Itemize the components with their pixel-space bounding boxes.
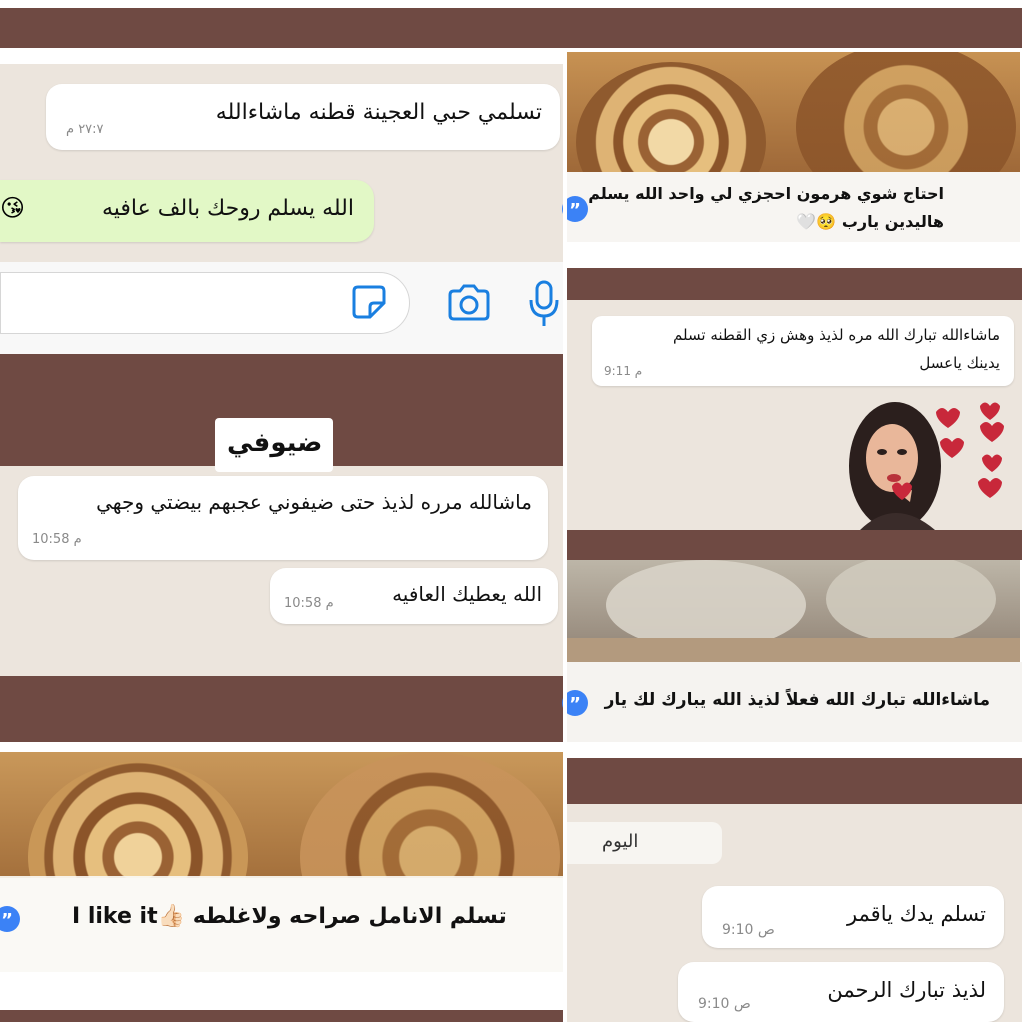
caption-text-row: I like it👍🏻 تسلم الانامل صراحه ولاغلطه: [72, 904, 507, 929]
caption-line-1: احتاج شوي هرمون احجزي لي واحد الله يسلم: [588, 184, 944, 203]
photo-caption-panel: [566, 172, 1020, 242]
message-time: 10:58 م: [284, 596, 334, 611]
message-time: 9:11 م: [604, 364, 643, 378]
divider-bar: [566, 268, 1022, 300]
caption-line-2: هاليدين يارب: [841, 212, 944, 231]
divider-bar: [566, 530, 1022, 560]
blurred-photo: [566, 560, 1020, 662]
message-time: 9:10 ص: [722, 922, 775, 938]
cinnamon-roll-photo: [0, 752, 566, 878]
message-bubble: تسلم يدك ياقمر 9:10 ص: [702, 886, 1004, 948]
caption-suffix: I like it: [72, 904, 158, 929]
caption-text: تسلم الانامل صراحه ولاغلطه: [192, 904, 507, 929]
camera-icon[interactable]: [446, 283, 492, 323]
sticker-icon[interactable]: [350, 283, 388, 321]
guest-label-text: ضيوفي: [227, 428, 323, 458]
day-label-text: اليوم: [602, 831, 639, 852]
message-input[interactable]: [0, 272, 410, 334]
message-text: الله يسلم روحك بالف عافيه: [101, 196, 354, 221]
divider-bar: [0, 676, 566, 742]
caption-line-2-row: هاليدين يارب 🥺🤍: [796, 212, 944, 231]
message-bubble: الله يعطيك العافيه 10:58 م: [270, 568, 558, 624]
hearts-sticker: [849, 402, 1004, 530]
thumbs-up-emoji-icon: 👍🏻: [157, 904, 186, 929]
message-line-1: ماشاءالله تبارك الله مره لذيذ وهش زي الق…: [673, 326, 1000, 344]
message-text: تسلمي حبي العجينة قطنه ماشاءالله: [215, 100, 542, 125]
cinnamon-roll-photo: [566, 52, 1020, 174]
message-time: 10:58 م: [32, 532, 82, 547]
message-text: لذيذ تبارك الرحمن: [827, 978, 986, 1002]
message-bubble: ماشالله مرره لذيذ حتى ضيفوني عجبهم بيضتي…: [18, 476, 548, 560]
message-line-2: يدينك ياعسل: [919, 354, 1000, 372]
message-bubble: ماشاءالله تبارك الله مره لذيذ وهش زي الق…: [592, 316, 1014, 386]
top-divider-bar: [0, 8, 1022, 48]
day-label: اليوم: [566, 822, 722, 864]
microphone-icon[interactable]: [528, 280, 560, 328]
message-time: ٢٧:٧ م: [66, 122, 104, 137]
column-separator: [563, 48, 567, 1022]
message-time: 9:10 ص: [698, 996, 751, 1012]
kiss-emoji-icon: 😘: [0, 194, 26, 222]
message-bubble-outgoing: الله يسلم روحك بالف عافيه 😘: [0, 180, 374, 242]
message-text: الله يعطيك العافيه: [392, 582, 542, 606]
message-text: تسلم يدك ياقمر: [846, 902, 986, 926]
caption-text: ماشاءالله تبارك الله فعلاً لذيذ الله يبا…: [604, 690, 990, 710]
divider-bar: [566, 758, 1022, 804]
guest-label: ضيوفي: [215, 418, 333, 472]
pleading-emoji-icon: 🥺🤍: [796, 212, 837, 231]
bottom-divider-bar: [0, 1010, 566, 1022]
message-bubble: تسلمي حبي العجينة قطنه ماشاءالله ٢٧:٧ م: [46, 84, 560, 150]
message-text: ماشالله مرره لذيذ حتى ضيفوني عجبهم بيضتي…: [96, 490, 532, 514]
message-bubble: لذيذ تبارك الرحمن 9:10 ص: [678, 962, 1004, 1022]
